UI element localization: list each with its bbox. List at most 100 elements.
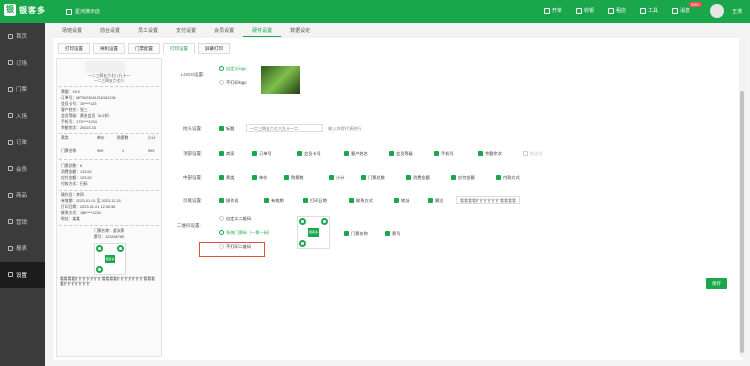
top-checkbox-item[interactable]: 订单号 (252, 151, 272, 157)
mid-checkbox-item[interactable]: 付款方式 (496, 175, 520, 181)
store-switcher[interactable]: 星河演示店 (66, 8, 100, 15)
checkbox-checked-icon (434, 151, 439, 157)
top-checkbox-item-disabled[interactable]: 抵达号 (523, 151, 543, 157)
checkbox-checked-icon (219, 175, 224, 181)
receipt-line: 地址：某某 (61, 217, 80, 221)
checkbox-checked-icon (219, 151, 224, 157)
sidebar-item-orders[interactable]: 订单 (0, 129, 45, 156)
top-menu-item[interactable]: 租店 (607, 7, 626, 14)
mid-checkbox-item[interactable]: 应付金额 (451, 175, 475, 181)
shop-icon (607, 7, 614, 14)
tab-venue[interactable]: 场馆设置 (53, 25, 91, 37)
tab-data[interactable]: 数据设定 (281, 25, 319, 37)
sidebar-item-reports[interactable]: 报表 (0, 235, 45, 262)
table-head-cell: 购票数 (117, 136, 129, 140)
qr-corner (299, 240, 306, 247)
footer-checkbox-item[interactable]: 脚注 (428, 198, 443, 204)
checkbox-checked-icon (252, 151, 257, 157)
save-button[interactable]: 保存 (706, 278, 727, 289)
subtab-print-settings[interactable]: 打印设置 (163, 43, 195, 54)
checkbox-checked-icon (252, 175, 257, 181)
sidebar-item-booking[interactable]: 订场 (0, 50, 45, 77)
checkbox-checked-icon (428, 198, 433, 204)
scrollbar[interactable] (739, 39, 745, 357)
qr-setting-label: 二维码设置: (177, 223, 201, 228)
radio-icon (219, 230, 224, 236)
tab-hardware[interactable]: 硬件设置 (243, 25, 282, 37)
mid-checkbox-item[interactable]: 消费金额 (406, 175, 430, 181)
subtab-screen-print[interactable]: 屏幕打印 (198, 43, 230, 54)
sidebar-item-settings[interactable]: 设置 (0, 261, 45, 288)
sidebar-item-marketing[interactable]: 营销 (0, 209, 45, 236)
top-checkbox-item[interactable]: 手机号 (434, 151, 454, 157)
top-menu-item[interactable]: 开单 (543, 7, 562, 14)
checkbox-checked-icon (284, 175, 289, 181)
top-checkbox-item[interactable]: 会员等级 (389, 151, 413, 157)
header-placeholder-hint: 输入你得代表抬行 (328, 126, 362, 131)
sub-tabs: 打印设置 闸机设置 门票配置 打印设置 屏幕打印 (58, 43, 230, 54)
tab-frontdesk[interactable]: 前台设置 (91, 25, 129, 37)
footer-checkbox-item[interactable]: 联系方式 (349, 198, 373, 204)
sidebar-item-tickets[interactable]: 门票 (0, 76, 45, 103)
subtab-gate[interactable]: 闸机设置 (93, 43, 125, 54)
subtab-print[interactable]: 打印设置 (58, 43, 90, 54)
qr-option-custom[interactable]: 自定义二维码 (219, 216, 251, 222)
settings-panel: 打印设置 闸机设置 门票配置 打印设置 屏幕打印 一二三四五六七八九十一 一二三… (53, 38, 743, 360)
qr-ticket-number-checkbox[interactable]: 票号 (385, 231, 400, 237)
top-checkbox-item[interactable]: 客户姓名 (344, 151, 368, 157)
store-name: 星河演示店 (75, 9, 101, 15)
tab-staff[interactable]: 员工设置 (129, 25, 167, 37)
tab-payment[interactable]: 支付设置 (167, 25, 205, 37)
scrollbar-thumb[interactable] (740, 91, 744, 353)
top-menu-item[interactable]: 收银 (575, 7, 594, 14)
tab-member[interactable]: 会员设置 (205, 25, 243, 37)
receipt-line: 会员等级：黄金会员（8.0折） (61, 114, 112, 118)
checkbox-checked-icon (264, 198, 269, 204)
sidebar-item-home[interactable]: 首页 (0, 23, 45, 50)
sidebar-item-entry[interactable]: 入场 (0, 103, 45, 130)
top-menu-item[interactable]: 工具 (639, 7, 658, 14)
top-checkbox-item[interactable]: 余额余次 (478, 151, 502, 157)
footer-checkbox-item[interactable]: 地址 (394, 198, 409, 204)
receipt-footer: 看看看看扩扩扩扩扩扩扩看看看看扩扩扩扩扩扩扩看看看看扩扩扩扩扩扩扩 (60, 277, 155, 286)
sidebar-item-goods[interactable]: 商品 (0, 182, 45, 209)
divider (59, 159, 159, 160)
sidebar-item-members[interactable]: 会员 (0, 156, 45, 183)
mid-checkbox-item[interactable]: 购票数 (284, 175, 304, 181)
subtab-ticket-config[interactable]: 门票配置 (128, 43, 160, 54)
receipt-line: 应付金额：123.52 (61, 176, 92, 180)
mid-checkbox-item[interactable]: 单价 (252, 175, 267, 181)
mid-checkbox-item[interactable]: 门票总数 (361, 175, 385, 181)
logo-option-none[interactable]: 不打印logo (219, 80, 246, 86)
qr-code: 银客多 (94, 243, 126, 275)
qr-corner (299, 218, 306, 225)
mid-checkbox-item[interactable]: 票类 (219, 175, 234, 181)
top-checkbox-item[interactable]: 会员卡号 (297, 151, 321, 157)
logo-preview-image[interactable] (261, 66, 300, 94)
radio-icon (219, 80, 224, 86)
receipt-line: 付款方式：扫码 (61, 182, 88, 186)
avatar[interactable] (710, 4, 724, 18)
receipt-logo (85, 61, 125, 73)
footer-checkbox-item[interactable]: 有效期 (264, 198, 284, 204)
qr-option-system[interactable]: 系统门票码（一票一码） (219, 230, 272, 236)
top-checkbox-item[interactable]: 商家 (219, 151, 234, 157)
top-tabs: 场馆设置 前台设置 员工设置 支付设置 会员设置 硬件设置 数据设定 (53, 25, 319, 37)
mid-checkbox-item[interactable]: 小计 (329, 175, 344, 181)
header-title-checkbox[interactable]: 标题 (219, 126, 234, 132)
checkbox-checked-icon (303, 198, 308, 204)
footer-checkbox-item[interactable]: 操作员 (219, 198, 239, 204)
table-head-cell: 单价 (97, 136, 105, 140)
header-title-input[interactable]: 一二三四五六七八九十一二 (246, 124, 323, 132)
logo-option-custom[interactable]: 自定义logo (219, 66, 246, 72)
divider (59, 190, 159, 191)
footer-note-input[interactable]: 看看看看扩扩扩扩扩扩看看看看 (456, 196, 520, 204)
message-badge: 999+ (688, 2, 702, 7)
user-name[interactable]: 王涛 (732, 8, 742, 15)
footer-checkbox-item[interactable]: 打印日期 (303, 198, 327, 204)
brand-logo: 银 银客多 (4, 4, 46, 16)
checkbox-checked-icon (389, 151, 394, 157)
qr-ticket-name-checkbox[interactable]: 门票名称 (344, 231, 368, 237)
top-menu-item[interactable]: 消息 (671, 7, 690, 14)
checkbox-checked-icon (219, 198, 224, 204)
